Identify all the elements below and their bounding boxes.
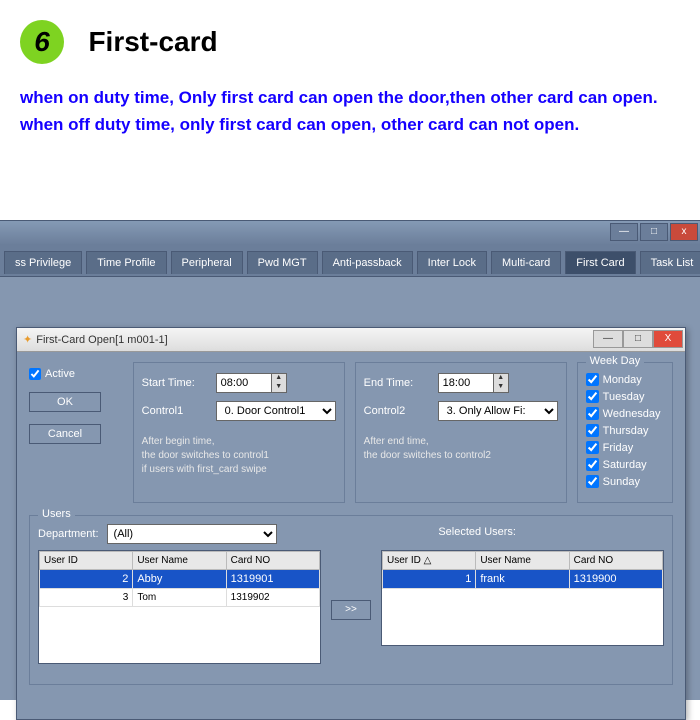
weekday-group: Week Day MondayTuesdayWednesdayThursdayF… bbox=[577, 362, 673, 503]
dialog-min-button[interactable]: — bbox=[593, 330, 623, 348]
description: when on duty time, Only first card can o… bbox=[0, 74, 700, 158]
available-users-table[interactable]: User IDUser NameCard NO2Abby13199013Tom1… bbox=[38, 550, 321, 664]
dialog-icon: ✦ bbox=[23, 333, 32, 346]
move-right-button[interactable]: >> bbox=[331, 600, 371, 620]
step-badge: 6 bbox=[20, 20, 64, 64]
tab-first-card[interactable]: First Card bbox=[565, 251, 635, 274]
table-row[interactable]: 3Tom1319902 bbox=[40, 589, 320, 607]
end-time-input[interactable] bbox=[438, 373, 494, 393]
tab-anti-passback[interactable]: Anti-passback bbox=[322, 251, 413, 274]
tab-time-profile[interactable]: Time Profile bbox=[86, 251, 166, 274]
control1-select[interactable]: 0. Door Control1 bbox=[216, 401, 336, 421]
weekday-monday[interactable]: Monday bbox=[586, 373, 664, 386]
first-card-dialog: ✦ First-Card Open[1 m001-1] — □ X Active bbox=[16, 327, 686, 720]
weekday-sunday[interactable]: Sunday bbox=[586, 475, 664, 488]
table-row[interactable]: 1frank1319900 bbox=[383, 570, 663, 589]
start-group: Start Time: ▲▼ Control1 0. Door Control1… bbox=[133, 362, 345, 503]
tab-bar: ss PrivilegeTime ProfilePeripheralPwd MG… bbox=[0, 245, 700, 277]
weekday-label: Week Day bbox=[586, 355, 645, 367]
outer-max-button[interactable]: □ bbox=[640, 223, 668, 241]
tab-multi-card[interactable]: Multi-card bbox=[491, 251, 561, 274]
weekday-saturday[interactable]: Saturday bbox=[586, 458, 664, 471]
note1: After begin time, the door switches to c… bbox=[142, 435, 336, 477]
control1-label: Control1 bbox=[142, 405, 210, 417]
table-header: User IDUser NameCard NO bbox=[40, 552, 320, 570]
end-group: End Time: ▲▼ Control2 3. Only Allow Fi: … bbox=[355, 362, 567, 503]
weekday-thursday[interactable]: Thursday bbox=[586, 424, 664, 437]
tab-inter-lock[interactable]: Inter Lock bbox=[417, 251, 487, 274]
outer-close-button[interactable]: x bbox=[670, 223, 698, 241]
start-time-spinner[interactable]: ▲▼ bbox=[272, 373, 287, 393]
outer-titlebar: — □ x bbox=[0, 221, 700, 245]
outer-min-button[interactable]: — bbox=[610, 223, 638, 241]
active-checkbox[interactable]: Active bbox=[29, 368, 123, 380]
control2-select[interactable]: 3. Only Allow Fi: bbox=[438, 401, 558, 421]
weekday-wednesday[interactable]: Wednesday bbox=[586, 407, 664, 420]
department-label: Department: bbox=[38, 528, 99, 540]
control2-label: Control2 bbox=[364, 405, 432, 417]
page-title: First-card bbox=[88, 26, 217, 58]
weekday-friday[interactable]: Friday bbox=[586, 441, 664, 454]
tab-peripheral[interactable]: Peripheral bbox=[171, 251, 243, 274]
weekday-tuesday[interactable]: Tuesday bbox=[586, 390, 664, 403]
ok-button[interactable]: OK bbox=[29, 392, 101, 412]
dialog-title: First-Card Open[1 m001-1] bbox=[36, 334, 167, 346]
tab-pwd-mgt[interactable]: Pwd MGT bbox=[247, 251, 318, 274]
users-label: Users bbox=[38, 508, 75, 520]
canvas: ✦ First-Card Open[1 m001-1] — □ X Active bbox=[0, 277, 700, 700]
dialog-close-button[interactable]: X bbox=[653, 330, 683, 348]
selected-users-label: Selected Users: bbox=[438, 526, 516, 538]
dialog-max-button[interactable]: □ bbox=[623, 330, 653, 348]
dialog-titlebar: ✦ First-Card Open[1 m001-1] — □ X bbox=[17, 328, 685, 352]
end-time-spinner[interactable]: ▲▼ bbox=[494, 373, 509, 393]
app-window: — □ x ss PrivilegeTime ProfilePeripheral… bbox=[0, 220, 700, 700]
selected-users-table[interactable]: User ID △User NameCard NO1frank1319900 bbox=[381, 550, 664, 646]
note2: After end time, the door switches to con… bbox=[364, 435, 558, 463]
tab-task-list[interactable]: Task List bbox=[640, 251, 700, 274]
table-header: User ID △User NameCard NO bbox=[383, 552, 663, 570]
end-time-label: End Time: bbox=[364, 377, 432, 389]
start-time-input[interactable] bbox=[216, 373, 272, 393]
tab-ss-privilege[interactable]: ss Privilege bbox=[4, 251, 82, 274]
users-group: Users Department: (All) Selected Users: … bbox=[29, 515, 673, 685]
start-time-label: Start Time: bbox=[142, 377, 210, 389]
table-row[interactable]: 2Abby1319901 bbox=[40, 570, 320, 589]
cancel-button[interactable]: Cancel bbox=[29, 424, 101, 444]
department-select[interactable]: (All) bbox=[107, 524, 277, 544]
